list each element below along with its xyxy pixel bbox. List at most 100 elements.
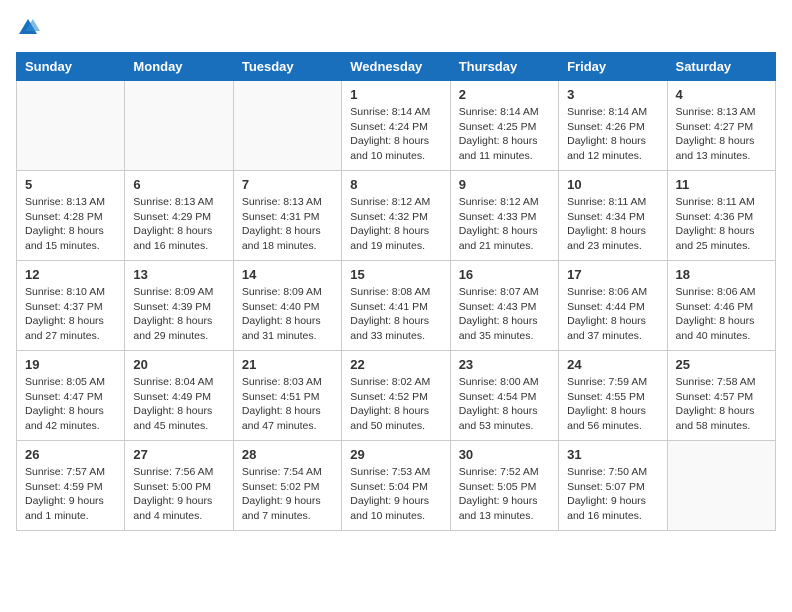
cell-date-number: 11	[676, 177, 767, 192]
calendar-cell: 27 Sunrise: 7:56 AM Sunset: 5:00 PM Dayli…	[125, 441, 233, 531]
cell-date-number: 4	[676, 87, 767, 102]
logo	[16, 16, 44, 40]
cell-date-number: 16	[459, 267, 550, 282]
cell-date-number: 13	[133, 267, 224, 282]
cell-info-text: Sunrise: 8:11 AM Sunset: 4:34 PM Dayligh…	[567, 195, 658, 254]
cell-date-number: 29	[350, 447, 441, 462]
cell-info-text: Sunrise: 7:50 AM Sunset: 5:07 PM Dayligh…	[567, 465, 658, 524]
cell-date-number: 8	[350, 177, 441, 192]
cell-info-text: Sunrise: 8:14 AM Sunset: 4:25 PM Dayligh…	[459, 105, 550, 164]
day-header-monday: Monday	[125, 53, 233, 81]
cell-info-text: Sunrise: 8:13 AM Sunset: 4:27 PM Dayligh…	[676, 105, 767, 164]
cell-info-text: Sunrise: 7:53 AM Sunset: 5:04 PM Dayligh…	[350, 465, 441, 524]
calendar-cell: 28 Sunrise: 7:54 AM Sunset: 5:02 PM Dayli…	[233, 441, 341, 531]
logo-icon	[16, 16, 40, 40]
cell-info-text: Sunrise: 8:14 AM Sunset: 4:24 PM Dayligh…	[350, 105, 441, 164]
cell-info-text: Sunrise: 8:09 AM Sunset: 4:39 PM Dayligh…	[133, 285, 224, 344]
cell-date-number: 15	[350, 267, 441, 282]
cell-info-text: Sunrise: 8:00 AM Sunset: 4:54 PM Dayligh…	[459, 375, 550, 434]
calendar-cell	[667, 441, 775, 531]
cell-info-text: Sunrise: 8:02 AM Sunset: 4:52 PM Dayligh…	[350, 375, 441, 434]
cell-date-number: 2	[459, 87, 550, 102]
page-header	[16, 16, 776, 40]
cell-date-number: 25	[676, 357, 767, 372]
cell-date-number: 20	[133, 357, 224, 372]
calendar-cell: 1 Sunrise: 8:14 AM Sunset: 4:24 PM Daylig…	[342, 81, 450, 171]
day-header-sunday: Sunday	[17, 53, 125, 81]
calendar-cell: 13 Sunrise: 8:09 AM Sunset: 4:39 PM Dayli…	[125, 261, 233, 351]
calendar-cell: 29 Sunrise: 7:53 AM Sunset: 5:04 PM Dayli…	[342, 441, 450, 531]
cell-info-text: Sunrise: 8:11 AM Sunset: 4:36 PM Dayligh…	[676, 195, 767, 254]
calendar-cell: 24 Sunrise: 7:59 AM Sunset: 4:55 PM Dayli…	[559, 351, 667, 441]
cell-date-number: 26	[25, 447, 116, 462]
calendar-cell: 18Sunrise: 8:06 AM Sunset: 4:46 PM Dayli…	[667, 261, 775, 351]
cell-info-text: Sunrise: 8:12 AM Sunset: 4:32 PM Dayligh…	[350, 195, 441, 254]
cell-date-number: 9	[459, 177, 550, 192]
cell-info-text: Sunrise: 8:07 AM Sunset: 4:43 PM Dayligh…	[459, 285, 550, 344]
cell-date-number: 1	[350, 87, 441, 102]
cell-info-text: Sunrise: 8:05 AM Sunset: 4:47 PM Dayligh…	[25, 375, 116, 434]
cell-date-number: 27	[133, 447, 224, 462]
cell-date-number: 19	[25, 357, 116, 372]
calendar-cell: 14 Sunrise: 8:09 AM Sunset: 4:40 PM Dayli…	[233, 261, 341, 351]
calendar-cell: 4 Sunrise: 8:13 AM Sunset: 4:27 PM Daylig…	[667, 81, 775, 171]
cell-info-text: Sunrise: 7:58 AM Sunset: 4:57 PM Dayligh…	[676, 375, 767, 434]
calendar-cell: 12Sunrise: 8:10 AM Sunset: 4:37 PM Dayli…	[17, 261, 125, 351]
day-header-thursday: Thursday	[450, 53, 558, 81]
calendar-cell: 22 Sunrise: 8:02 AM Sunset: 4:52 PM Dayli…	[342, 351, 450, 441]
calendar-cell	[17, 81, 125, 171]
calendar-cell: 7 Sunrise: 8:13 AM Sunset: 4:31 PM Daylig…	[233, 171, 341, 261]
cell-info-text: Sunrise: 8:06 AM Sunset: 4:44 PM Dayligh…	[567, 285, 658, 344]
calendar-cell: 25 Sunrise: 7:58 AM Sunset: 4:57 PM Dayli…	[667, 351, 775, 441]
cell-info-text: Sunrise: 8:08 AM Sunset: 4:41 PM Dayligh…	[350, 285, 441, 344]
cell-info-text: Sunrise: 8:03 AM Sunset: 4:51 PM Dayligh…	[242, 375, 333, 434]
cell-date-number: 17	[567, 267, 658, 282]
cell-info-text: Sunrise: 8:09 AM Sunset: 4:40 PM Dayligh…	[242, 285, 333, 344]
calendar-cell: 8 Sunrise: 8:12 AM Sunset: 4:32 PM Daylig…	[342, 171, 450, 261]
calendar-cell	[125, 81, 233, 171]
calendar-cell: 9 Sunrise: 8:12 AM Sunset: 4:33 PM Daylig…	[450, 171, 558, 261]
cell-info-text: Sunrise: 7:57 AM Sunset: 4:59 PM Dayligh…	[25, 465, 116, 524]
cell-info-text: Sunrise: 8:13 AM Sunset: 4:31 PM Dayligh…	[242, 195, 333, 254]
cell-date-number: 24	[567, 357, 658, 372]
calendar-cell: 21 Sunrise: 8:03 AM Sunset: 4:51 PM Dayli…	[233, 351, 341, 441]
calendar-cell: 16 Sunrise: 8:07 AM Sunset: 4:43 PM Dayli…	[450, 261, 558, 351]
cell-date-number: 3	[567, 87, 658, 102]
cell-date-number: 7	[242, 177, 333, 192]
cell-info-text: Sunrise: 8:06 AM Sunset: 4:46 PM Dayligh…	[676, 285, 767, 344]
calendar-cell: 15 Sunrise: 8:08 AM Sunset: 4:41 PM Dayli…	[342, 261, 450, 351]
cell-date-number: 14	[242, 267, 333, 282]
cell-date-number: 22	[350, 357, 441, 372]
calendar-cell: 23Sunrise: 8:00 AM Sunset: 4:54 PM Dayli…	[450, 351, 558, 441]
cell-date-number: 31	[567, 447, 658, 462]
calendar-cell: 20 Sunrise: 8:04 AM Sunset: 4:49 PM Dayli…	[125, 351, 233, 441]
cell-info-text: Sunrise: 7:54 AM Sunset: 5:02 PM Dayligh…	[242, 465, 333, 524]
cell-info-text: Sunrise: 8:14 AM Sunset: 4:26 PM Dayligh…	[567, 105, 658, 164]
calendar-cell: 19 Sunrise: 8:05 AM Sunset: 4:47 PM Dayli…	[17, 351, 125, 441]
cell-info-text: Sunrise: 8:04 AM Sunset: 4:49 PM Dayligh…	[133, 375, 224, 434]
cell-date-number: 12	[25, 267, 116, 282]
cell-date-number: 5	[25, 177, 116, 192]
cell-info-text: Sunrise: 8:13 AM Sunset: 4:29 PM Dayligh…	[133, 195, 224, 254]
cell-info-text: Sunrise: 8:13 AM Sunset: 4:28 PM Dayligh…	[25, 195, 116, 254]
cell-date-number: 28	[242, 447, 333, 462]
cell-date-number: 10	[567, 177, 658, 192]
day-header-tuesday: Tuesday	[233, 53, 341, 81]
cell-info-text: Sunrise: 7:59 AM Sunset: 4:55 PM Dayligh…	[567, 375, 658, 434]
cell-date-number: 21	[242, 357, 333, 372]
cell-date-number: 30	[459, 447, 550, 462]
calendar-cell	[233, 81, 341, 171]
calendar-cell: 3 Sunrise: 8:14 AM Sunset: 4:26 PM Daylig…	[559, 81, 667, 171]
calendar-cell: 10 Sunrise: 8:11 AM Sunset: 4:34 PM Dayli…	[559, 171, 667, 261]
calendar-cell: 2 Sunrise: 8:14 AM Sunset: 4:25 PM Daylig…	[450, 81, 558, 171]
cell-info-text: Sunrise: 7:52 AM Sunset: 5:05 PM Dayligh…	[459, 465, 550, 524]
day-header-friday: Friday	[559, 53, 667, 81]
calendar-table: SundayMondayTuesdayWednesdayThursdayFrid…	[16, 52, 776, 531]
day-header-wednesday: Wednesday	[342, 53, 450, 81]
day-header-saturday: Saturday	[667, 53, 775, 81]
calendar-cell: 31 Sunrise: 7:50 AM Sunset: 5:07 PM Dayli…	[559, 441, 667, 531]
cell-info-text: Sunrise: 8:12 AM Sunset: 4:33 PM Dayligh…	[459, 195, 550, 254]
calendar-cell: 6Sunrise: 8:13 AM Sunset: 4:29 PM Daylig…	[125, 171, 233, 261]
calendar-cell: 17 Sunrise: 8:06 AM Sunset: 4:44 PM Dayli…	[559, 261, 667, 351]
cell-info-text: Sunrise: 7:56 AM Sunset: 5:00 PM Dayligh…	[133, 465, 224, 524]
